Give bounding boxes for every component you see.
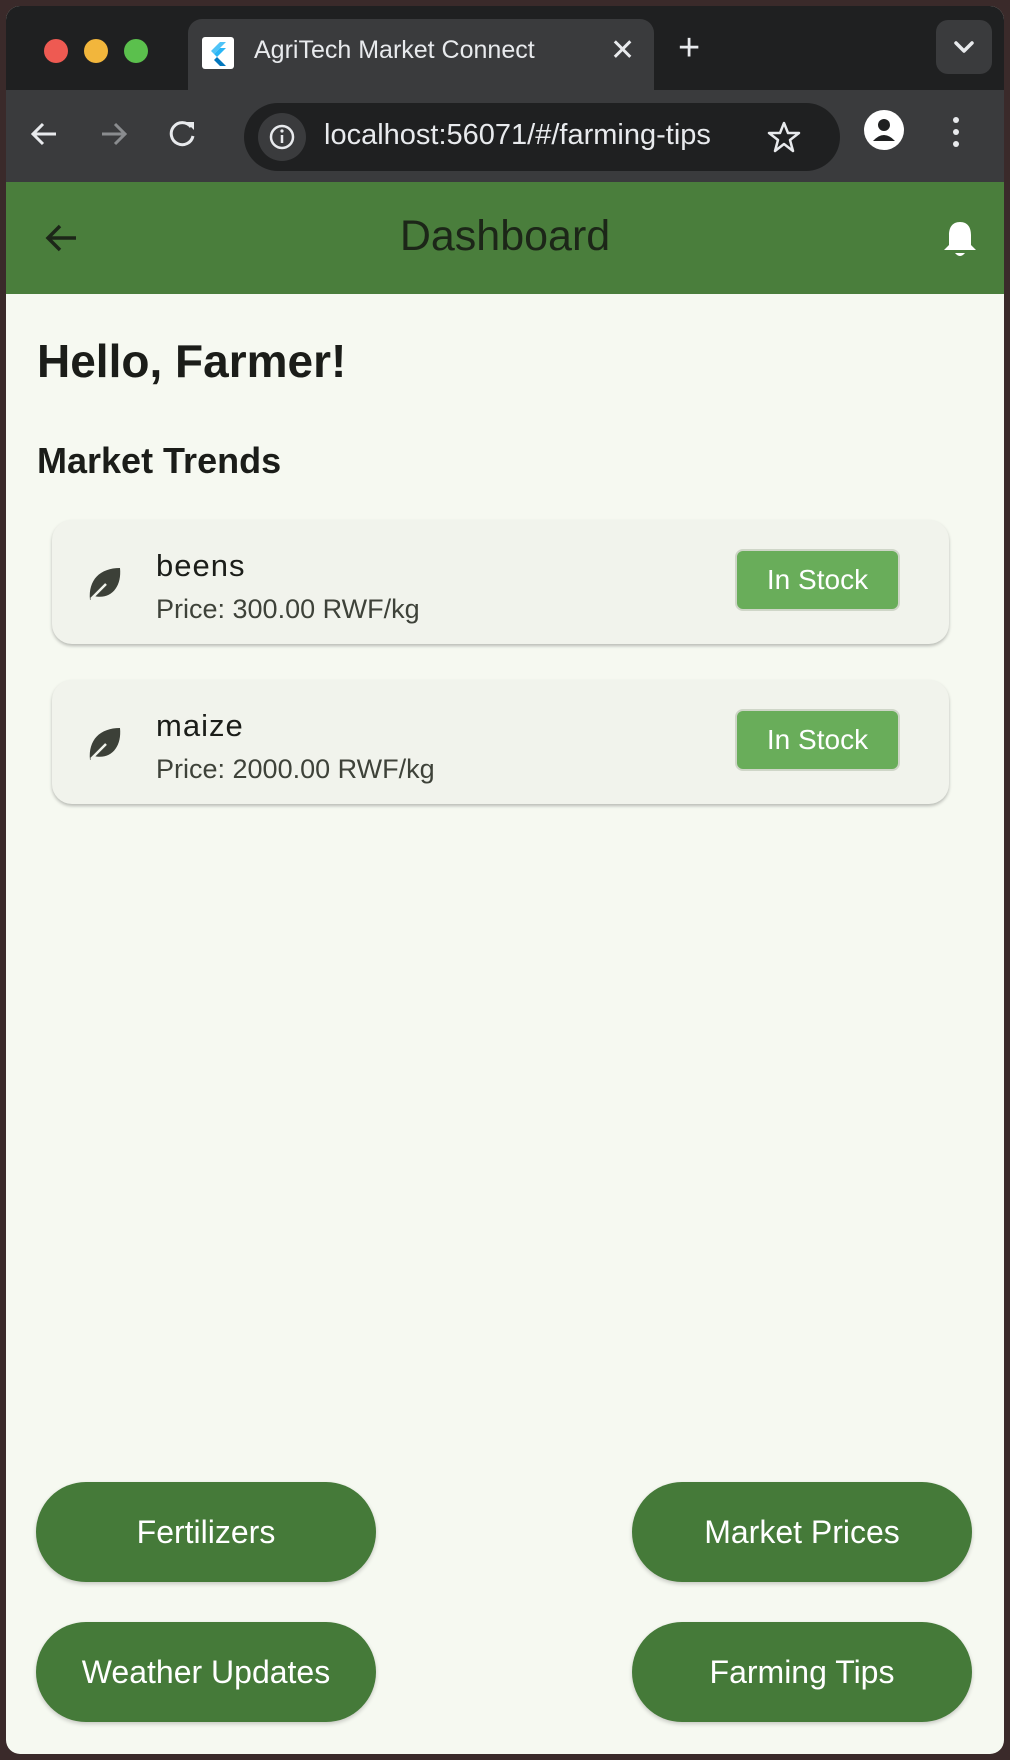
minimize-window-button[interactable] [84, 39, 108, 63]
close-window-button[interactable] [44, 39, 68, 63]
close-tab-icon[interactable]: ✕ [610, 33, 635, 69]
chevron-down-icon [954, 41, 974, 53]
list-item[interactable]: beens Price: 300.00 RWF/kg In Stock [52, 520, 949, 644]
reload-icon[interactable] [160, 112, 204, 156]
status-badge[interactable]: In Stock [735, 709, 900, 771]
market-prices-button[interactable]: Market Prices [632, 1482, 972, 1582]
tab-title: AgriTech Market Connect [254, 36, 535, 64]
tab-search-button[interactable] [936, 20, 992, 74]
info-icon [269, 124, 295, 150]
new-tab-icon[interactable]: + [678, 28, 700, 68]
fertilizers-button[interactable]: Fertilizers [36, 1482, 376, 1582]
profile-icon[interactable] [864, 110, 904, 150]
flutter-favicon-icon [202, 37, 234, 69]
back-icon[interactable] [22, 112, 66, 156]
crop-name: maize [156, 708, 244, 743]
address-bar[interactable]: localhost:56071/#/farming-tips [244, 103, 840, 171]
browser-window: AgriTech Market Connect ✕ + localhost:56… [6, 6, 1004, 1754]
leaf-icon [89, 568, 121, 600]
leaf-icon [89, 728, 121, 760]
farming-tips-button[interactable]: Farming Tips [632, 1622, 972, 1722]
weather-updates-button[interactable]: Weather Updates [36, 1622, 376, 1722]
kebab-menu-icon[interactable] [946, 110, 966, 154]
crop-name: beens [156, 548, 246, 583]
status-badge[interactable]: In Stock [735, 549, 900, 611]
maximize-window-button[interactable] [124, 39, 148, 63]
browser-tab[interactable]: AgriTech Market Connect ✕ [188, 19, 654, 90]
url-text[interactable]: localhost:56071/#/farming-tips [324, 119, 711, 152]
bell-icon[interactable] [940, 218, 980, 260]
page-title: Dashboard [399, 212, 611, 260]
forward-icon[interactable] [92, 112, 136, 156]
crop-price: Price: 300.00 RWF/kg [156, 594, 420, 624]
list-item[interactable]: maize Price: 2000.00 RWF/kg In Stock [52, 680, 949, 804]
app-bar: Dashboard [6, 182, 1004, 294]
site-info-button[interactable] [258, 113, 306, 161]
greeting: Hello, Farmer! [37, 335, 347, 387]
section-title-market-trends: Market Trends [37, 440, 282, 481]
star-icon[interactable] [764, 117, 804, 157]
browser-toolbar: localhost:56071/#/farming-tips [6, 90, 1004, 182]
crop-price: Price: 2000.00 RWF/kg [156, 754, 435, 784]
tab-strip: AgriTech Market Connect ✕ + [6, 6, 1004, 90]
